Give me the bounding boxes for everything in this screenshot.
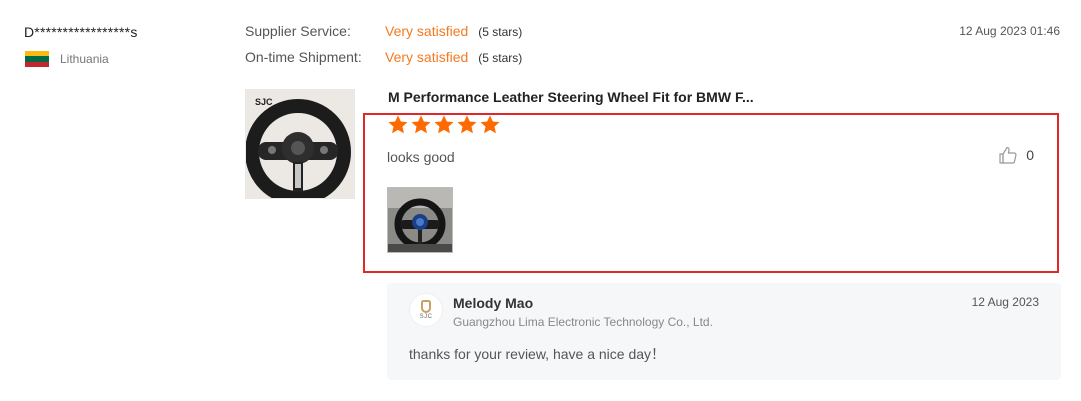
review-text: looks good	[387, 149, 455, 165]
lithuania-flag-icon	[25, 51, 49, 67]
star-icon	[388, 115, 408, 134]
rating-value: Very satisfied	[385, 49, 469, 65]
star-icon	[411, 115, 431, 134]
ratings-summary: Supplier Service: Very satisfied (5 star…	[245, 23, 522, 75]
supplier-reply: SJC Melody Mao Guangzhou Lima Electronic…	[387, 283, 1061, 380]
rating-label: Supplier Service:	[245, 23, 351, 39]
rating-supplier-service: Supplier Service: Very satisfied (5 star…	[245, 23, 522, 49]
rating-value: Very satisfied	[385, 23, 469, 39]
helpful-count: 0	[1026, 147, 1034, 163]
rating-on-time-shipment: On-time Shipment: Very satisfied (5 star…	[245, 49, 522, 75]
supplier-avatar: SJC	[409, 293, 443, 327]
helpful-button[interactable]: 0	[998, 145, 1034, 165]
supplier-company: Guangzhou Lima Electronic Technology Co.…	[453, 315, 713, 329]
reviewer-name: D*****************s	[24, 24, 138, 40]
supplier-name: Melody Mao	[453, 295, 534, 311]
product-title-link[interactable]: M Performance Leather Steering Wheel Fit…	[388, 89, 754, 105]
country-name: Lithuania	[60, 52, 109, 66]
star-icon	[457, 115, 477, 134]
product-thumb-brand: SJC	[255, 97, 273, 107]
review-photo-image	[388, 188, 452, 252]
rating-label: On-time Shipment:	[245, 49, 362, 65]
steering-wheel-image: SJC	[246, 90, 354, 198]
thumbs-up-icon[interactable]	[998, 145, 1018, 165]
reply-text: thanks for your review, have a nice day！	[409, 346, 666, 362]
reviewer-country: Lithuania	[25, 51, 109, 67]
review-highlight-box	[363, 113, 1059, 273]
rating-stars-text: (5 stars)	[478, 51, 523, 65]
supplier-logo-icon	[421, 300, 431, 313]
supplier-avatar-text: SJC	[419, 314, 433, 320]
product-thumbnail[interactable]: SJC	[245, 89, 355, 199]
star-rating	[387, 114, 501, 136]
review-date: 12 Aug 2023 01:46	[959, 24, 1060, 38]
star-icon	[480, 115, 500, 134]
rating-stars-text: (5 stars)	[478, 25, 523, 39]
star-icon	[434, 115, 454, 134]
reply-date: 12 Aug 2023	[971, 295, 1039, 309]
review-photo-thumbnail[interactable]	[387, 187, 453, 253]
